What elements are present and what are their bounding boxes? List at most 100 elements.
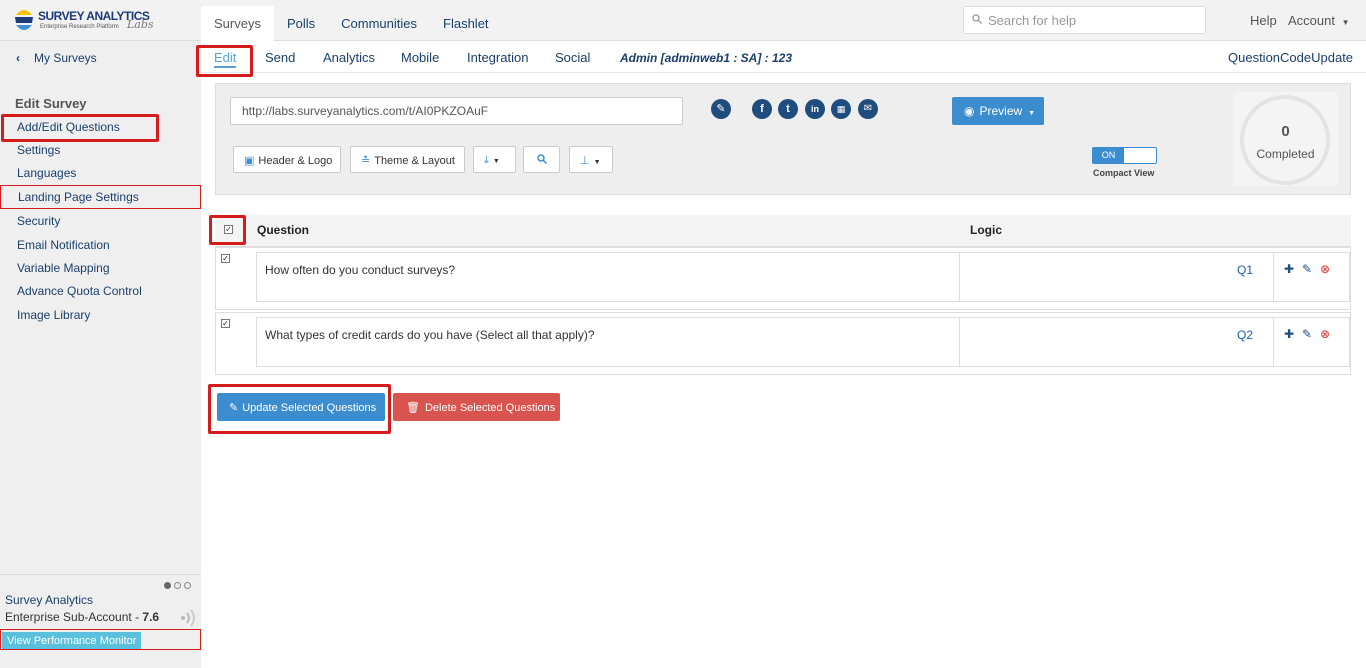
top-bar: SURVEY ANALYTICS Enterprise Research Pla… (0, 0, 1366, 41)
question-code[interactable]: Q1 (1237, 263, 1253, 277)
email-icon[interactable]: ✉ (858, 99, 878, 119)
preview-button[interactable]: ◉ Preview ▼ (952, 97, 1044, 125)
sidebar-title: Edit Survey (15, 96, 87, 111)
caret-down-icon: ▼ (1341, 18, 1350, 27)
my-surveys-link[interactable]: ‹ My Surveys (0, 41, 201, 73)
delete-selected-questions-button[interactable]: 🗑 Delete Selected Questions (393, 393, 560, 421)
account-label: Account (1288, 13, 1335, 28)
search-icon (972, 14, 982, 24)
search-input[interactable]: Search for help (963, 6, 1206, 34)
logo-tagline: Enterprise Research Platform (40, 24, 119, 30)
question-code-update-link[interactable]: QuestionCodeUpdate (1228, 50, 1353, 65)
sidebar-item-image-library[interactable]: Image Library (17, 308, 90, 322)
table-row: ✓ What types of credit cards do you have… (215, 312, 1351, 375)
signal-wave-icon (181, 609, 195, 627)
column-divider (1273, 253, 1274, 301)
tab-flashlet[interactable]: Flashlet (430, 6, 502, 41)
subtab-analytics[interactable]: Analytics (323, 50, 375, 65)
add-icon[interactable]: ✚ (1284, 262, 1294, 276)
version-number: 7.6 (142, 610, 160, 624)
add-icon[interactable]: ✚ (1284, 327, 1294, 341)
image-icon: ▣ (244, 155, 255, 167)
pager-dot[interactable] (164, 582, 171, 589)
delete-icon[interactable]: ⊗ (1320, 327, 1330, 341)
download-dropdown-button[interactable]: ⤓ ▼ (473, 146, 516, 173)
question-text[interactable]: How often do you conduct surveys? (265, 263, 455, 277)
row-checkbox[interactable]: ✓ (221, 254, 230, 263)
sidebar-item-add-edit-questions[interactable]: Add/Edit Questions (17, 120, 120, 134)
view-performance-monitor-button[interactable]: View Performance Monitor (2, 632, 141, 650)
pager-dots[interactable] (164, 582, 191, 589)
trash-icon: 🗑 (406, 402, 420, 414)
tab-communities[interactable]: Communities (328, 6, 430, 41)
edit-url-icon[interactable]: ✎ (711, 99, 731, 119)
sitemap-icon: ⊥ (580, 155, 590, 167)
chevron-left-icon: ‹ (16, 51, 20, 65)
caret-down-icon: ▼ (492, 158, 500, 165)
preview-label: Preview (979, 104, 1023, 118)
theme-layout-label: Theme & Layout (374, 155, 455, 167)
delete-icon[interactable]: ⊗ (1320, 262, 1330, 276)
caret-down-icon: ▼ (1028, 110, 1036, 117)
sidebar-item-settings[interactable]: Settings (17, 143, 60, 157)
linkedin-icon[interactable]: in (805, 99, 825, 119)
qr-code-icon[interactable]: ▦ (831, 99, 851, 119)
subtab-edit[interactable]: Edit (214, 50, 237, 68)
search-survey-button[interactable] (523, 146, 560, 173)
tab-polls[interactable]: Polls (274, 6, 328, 41)
question-cell: How often do you conduct surveys? Q1 ✚ ✎… (256, 252, 1350, 302)
column-question: Question (257, 223, 310, 237)
subtab-send[interactable]: Send (265, 50, 295, 65)
questions-table-header: ✓ Question Logic (215, 215, 1351, 247)
question-code[interactable]: Q2 (1237, 328, 1253, 342)
theme-icon: ≛ (361, 155, 371, 167)
column-divider (959, 318, 960, 366)
compact-view-toggle[interactable]: ON (1092, 147, 1157, 164)
question-cell: What types of credit cards do you have (… (256, 317, 1350, 367)
sidebar-item-landing-page-settings[interactable]: Landing Page Settings (18, 190, 139, 204)
facebook-icon[interactable]: f (752, 99, 772, 119)
subtab-social[interactable]: Social (555, 50, 590, 65)
compact-view-label: Compact View (1093, 168, 1155, 178)
sidebar-item-variable-mapping[interactable]: Variable Mapping (17, 261, 110, 275)
caret-down-icon: ▼ (593, 159, 601, 166)
edit-icon[interactable]: ✎ (1302, 327, 1312, 341)
question-text[interactable]: What types of credit cards do you have (… (265, 328, 595, 342)
download-icon: ⤓ (484, 154, 489, 166)
tab-surveys[interactable]: Surveys (201, 6, 274, 41)
sub-account-version: Enterprise Sub-Account - 7.6 (5, 610, 159, 624)
sidebar-item-languages[interactable]: Languages (17, 166, 76, 180)
survey-url-field[interactable]: http://labs.surveyanalytics.com/t/AI0PKZ… (230, 97, 683, 125)
sitemap-dropdown-button[interactable]: ⊥ ▼ (569, 146, 613, 173)
my-surveys-label: My Surveys (34, 51, 97, 65)
edit-icon[interactable]: ✎ (1302, 262, 1312, 276)
sidebar-item-email-notification[interactable]: Email Notification (17, 238, 110, 252)
column-logic: Logic (970, 223, 1002, 237)
theme-layout-button[interactable]: ≛ Theme & Layout (350, 146, 465, 173)
completed-label: Completed (1256, 147, 1315, 161)
logo[interactable]: SURVEY ANALYTICS Enterprise Research Pla… (12, 5, 157, 37)
sidebar-item-security[interactable]: Security (17, 214, 60, 228)
subtab-mobile[interactable]: Mobile (401, 50, 439, 65)
subtab-integration[interactable]: Integration (467, 50, 528, 65)
twitter-icon[interactable]: t (778, 99, 798, 119)
account-menu[interactable]: Account ▼ (1288, 13, 1350, 28)
sidebar-item-advance-quota-control[interactable]: Advance Quota Control (17, 284, 142, 298)
pager-dot[interactable] (184, 582, 191, 589)
sidebar-footer: Survey Analytics Enterprise Sub-Account … (0, 574, 201, 668)
logo-labs: Labs (127, 18, 154, 31)
pager-dot[interactable] (174, 582, 181, 589)
help-link[interactable]: Help (1250, 13, 1277, 28)
delete-label: Delete Selected Questions (424, 402, 556, 414)
search-icon (537, 154, 548, 165)
column-divider (959, 253, 960, 301)
select-all-checkbox[interactable]: ✓ (224, 225, 233, 234)
update-selected-questions-button[interactable]: ✎ Update Selected Questions (217, 393, 385, 421)
header-logo-button[interactable]: ▣ Header & Logo (233, 146, 341, 173)
row-checkbox[interactable]: ✓ (221, 319, 230, 328)
eye-icon: ◉ (964, 104, 975, 118)
sub-nav: ‹ My Surveys Edit Send Analytics Mobile I… (0, 41, 1366, 73)
search-placeholder: Search for help (988, 13, 1077, 28)
completed-count: 0 (1281, 123, 1290, 140)
column-divider (1273, 318, 1274, 366)
